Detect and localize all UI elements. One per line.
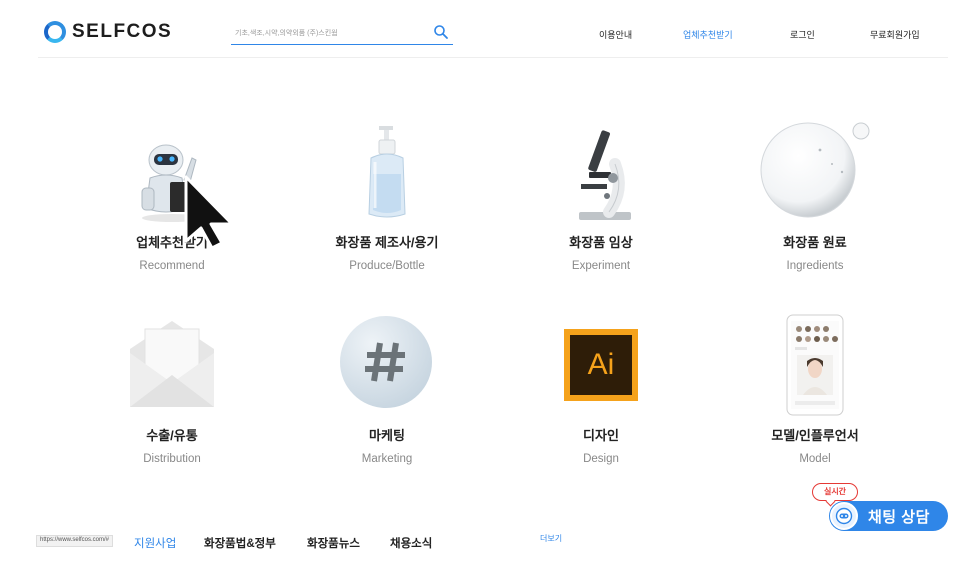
category-recommend[interactable]: 업체추천받기 Recommend xyxy=(92,120,252,280)
category-subtitle: Marketing xyxy=(361,453,413,465)
footer-tab-news[interactable]: 화장품뉴스 xyxy=(307,535,360,551)
category-subtitle: Experiment xyxy=(571,260,631,272)
category-title: 화장품 원료 xyxy=(783,235,847,250)
chat-consult-label: 채팅 상담 xyxy=(868,508,930,526)
more-link[interactable]: 더보기 xyxy=(540,533,562,544)
footer-tab-jobs[interactable]: 채용소식 xyxy=(390,535,432,551)
category-marketing[interactable]: 마케팅 Marketing xyxy=(307,315,467,475)
robot-icon xyxy=(141,144,202,222)
category-subtitle: Recommend xyxy=(139,260,205,272)
phone-profile-icon xyxy=(786,314,844,416)
category-subtitle: Distribution xyxy=(143,453,201,465)
nav-recommend[interactable]: 업체추천받기 xyxy=(683,28,733,41)
category-title: 화장품 제조사/용기 xyxy=(335,235,439,250)
category-produce-bottle[interactable]: 화장품 제조사/용기 Produce/Bottle xyxy=(307,120,467,280)
chat-consult-button[interactable]: 채팅 상담 xyxy=(829,501,948,531)
category-title: 마케팅 xyxy=(369,428,405,443)
bubble-icon xyxy=(760,122,870,218)
category-subtitle: Design xyxy=(583,453,619,465)
header-divider xyxy=(38,57,948,58)
category-experiment[interactable]: 화장품 임상 Experiment xyxy=(521,120,681,280)
microscope-icon xyxy=(579,130,631,220)
category-title: 화장품 임상 xyxy=(569,235,633,250)
category-title: 디자인 xyxy=(583,428,619,443)
search-bar xyxy=(231,23,453,45)
envelope-icon xyxy=(130,321,214,407)
ring-logo-icon xyxy=(44,21,66,43)
nav-signup[interactable]: 무료회원가입 xyxy=(870,28,920,41)
chat-bot-icon xyxy=(830,502,858,530)
nav-guide[interactable]: 이용안내 xyxy=(599,28,632,41)
site-logo[interactable]: SELFCOS xyxy=(44,21,172,43)
search-icon[interactable] xyxy=(433,24,449,40)
category-model[interactable]: 모델/인플루언서 Model xyxy=(735,314,895,475)
status-bar-url: https://www.selfcos.com/# xyxy=(36,535,114,547)
hashtag-icon xyxy=(340,316,432,409)
search-input[interactable] xyxy=(235,25,425,41)
category-title: 모델/인플루언서 xyxy=(771,428,859,443)
category-subtitle: Ingredients xyxy=(786,260,844,272)
category-subtitle: Model xyxy=(799,453,831,465)
footer-tab-support[interactable]: 지원사업 xyxy=(134,535,176,551)
footer-tab-law[interactable]: 화장품법&정부 xyxy=(204,535,276,551)
category-title: 수출/유통 xyxy=(146,428,198,443)
logo-text: SELFCOS xyxy=(72,21,173,42)
site-header: SELFCOS 이용안내 업체추천받기 로그인 무료회원가입 xyxy=(0,0,977,58)
category-distribution[interactable]: 수출/유통 Distribution xyxy=(92,315,252,475)
illustrator-icon-label: Ai xyxy=(587,348,615,381)
pump-bottle-icon xyxy=(368,126,406,218)
nav-login[interactable]: 로그인 xyxy=(790,28,815,41)
realtime-badge: 실시간 xyxy=(812,483,858,501)
illustrator-icon: Ai xyxy=(564,329,638,401)
category-subtitle: Produce/Bottle xyxy=(349,260,425,272)
category-ingredients[interactable]: 화장품 원료 Ingredients xyxy=(735,120,895,280)
category-title: 업체추천받기 xyxy=(136,235,208,250)
category-design[interactable]: Ai 디자인 Design xyxy=(521,315,681,475)
